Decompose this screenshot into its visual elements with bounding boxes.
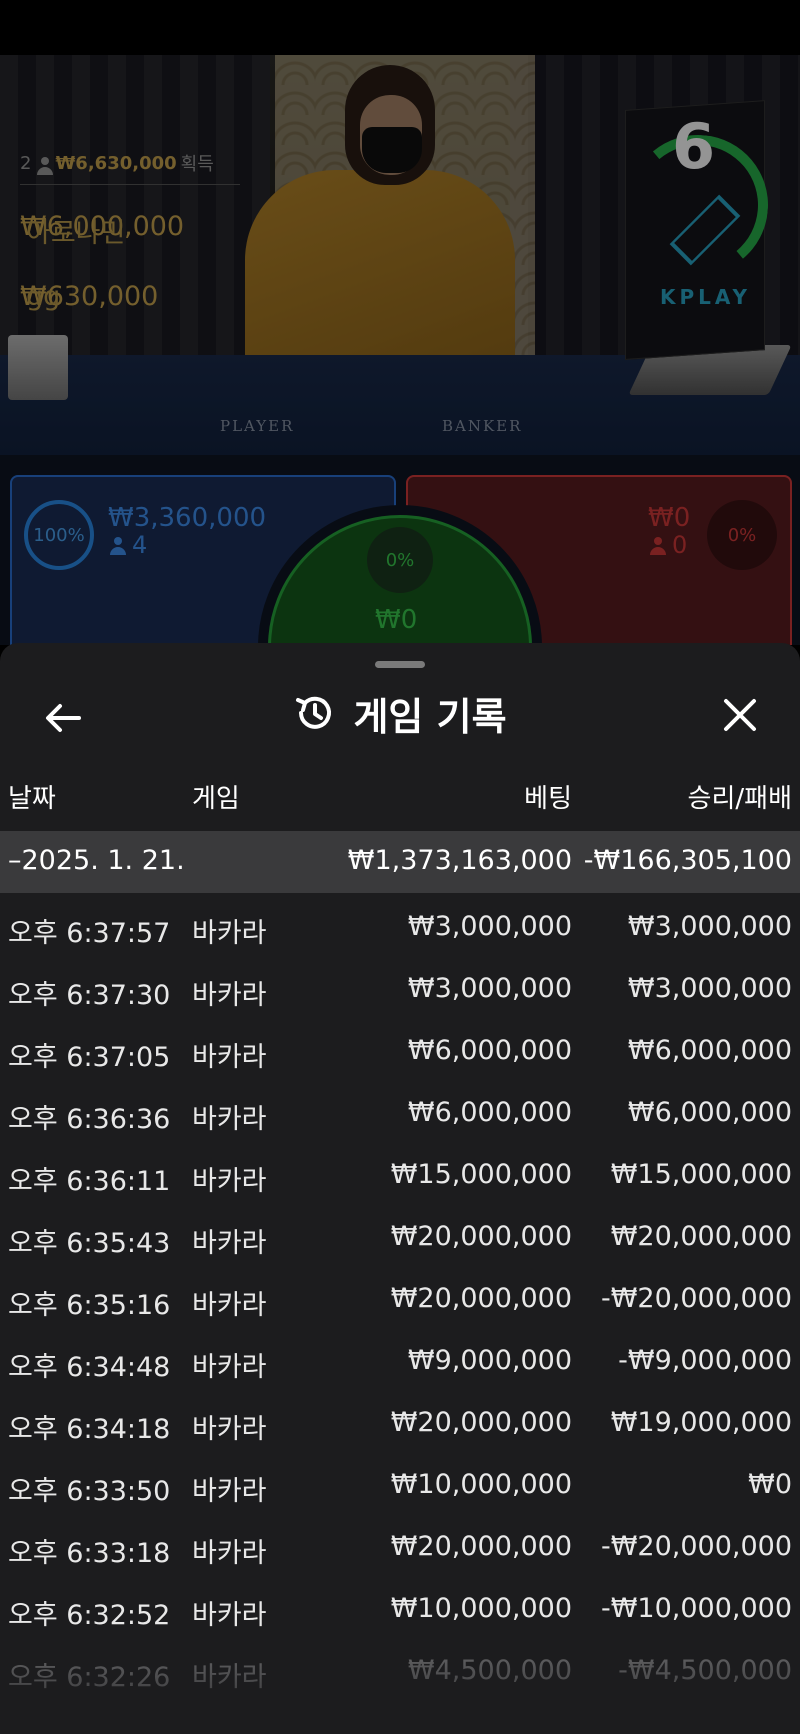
row-bet: ₩20,000,000 [390, 1283, 572, 1314]
row-game: 바카라 [192, 1042, 267, 1073]
column-header-date[interactable]: 날짜 [8, 778, 56, 818]
row-win-loss: ₩6,000,000 [627, 1097, 792, 1128]
history-row[interactable]: 오후 6:32:52 바카라 ₩10,000,000 -₩10,000,000 [0, 1575, 800, 1637]
row-game: 바카라 [192, 1166, 267, 1197]
row-win-loss: -₩20,000,000 [600, 1283, 792, 1314]
summary-bet: ₩1,373,163,000 [347, 845, 572, 876]
drag-handle[interactable] [375, 661, 425, 668]
summary-win-loss: -₩166,305,100 [583, 845, 792, 876]
history-row[interactable]: 오후 6:36:36 바카라 ₩6,000,000 ₩6,000,000 [0, 1079, 800, 1141]
row-game: 바카라 [192, 1600, 267, 1631]
row-win-loss: -₩4,500,000 [618, 1655, 792, 1686]
history-row[interactable]: 오후 6:37:57 바카라 ₩3,000,000 ₩3,000,000 [0, 893, 800, 955]
row-game: 바카라 [192, 1352, 267, 1383]
sheet-title: 게임 기록 [353, 694, 507, 739]
row-bet: ₩6,000,000 [407, 1097, 572, 1128]
row-time: 오후 6:36:36 [8, 1104, 171, 1135]
row-time: 오후 6:37:30 [8, 980, 171, 1011]
history-row[interactable]: 오후 6:33:18 바카라 ₩20,000,000 -₩20,000,000 [0, 1513, 800, 1575]
row-bet: ₩20,000,000 [390, 1407, 572, 1438]
modal-backdrop[interactable] [0, 55, 800, 645]
row-bet: ₩4,500,000 [407, 1655, 572, 1686]
sheet-header: 게임 기록 [0, 683, 800, 743]
close-icon [724, 699, 756, 731]
row-bet: ₩10,000,000 [390, 1469, 572, 1500]
date-summary-row[interactable]: –2025. 1. 21. ₩1,373,163,000 -₩166,305,1… [0, 831, 800, 893]
row-time: 오후 6:37:57 [8, 918, 171, 949]
row-time: 오후 6:32:52 [8, 1600, 171, 1631]
history-row[interactable]: 오후 6:37:30 바카라 ₩3,000,000 ₩3,000,000 [0, 955, 800, 1017]
row-game: 바카라 [192, 1476, 267, 1507]
row-game: 바카라 [192, 1290, 267, 1321]
back-button[interactable] [38, 693, 88, 743]
game-history-sheet: 게임 기록 날짜 게임 베팅 승리/패배 –2025. 1. 21. ₩1,37… [0, 643, 800, 1734]
history-row[interactable]: 오후 6:34:48 바카라 ₩9,000,000 -₩9,000,000 [0, 1327, 800, 1389]
status-bar [0, 0, 800, 55]
row-time: 오후 6:36:11 [8, 1166, 171, 1197]
row-time: 오후 6:35:43 [8, 1228, 171, 1259]
row-bet: ₩3,000,000 [407, 911, 572, 942]
row-game: 바카라 [192, 1538, 267, 1569]
row-win-loss: ₩15,000,000 [610, 1159, 792, 1190]
row-game: 바카라 [192, 1104, 267, 1135]
row-bet: ₩6,000,000 [407, 1035, 572, 1066]
history-row[interactable]: 오후 6:37:05 바카라 ₩6,000,000 ₩6,000,000 [0, 1017, 800, 1079]
row-win-loss: -₩10,000,000 [600, 1593, 792, 1624]
history-row[interactable]: 오후 6:35:43 바카라 ₩20,000,000 ₩20,000,000 [0, 1203, 800, 1265]
history-list: 오후 6:37:57 바카라 ₩3,000,000 ₩3,000,000 오후 6:3… [0, 893, 800, 1699]
close-button[interactable] [715, 690, 765, 740]
row-win-loss: ₩3,000,000 [627, 911, 792, 942]
row-win-loss: ₩19,000,000 [610, 1407, 792, 1438]
row-game: 바카라 [192, 1228, 267, 1259]
column-header-bet[interactable]: 베팅 [524, 778, 572, 818]
row-game: 바카라 [192, 1414, 267, 1445]
row-time: 오후 6:33:18 [8, 1538, 171, 1569]
history-row[interactable]: 오후 6:34:18 바카라 ₩20,000,000 ₩19,000,000 [0, 1389, 800, 1451]
row-win-loss: ₩6,000,000 [627, 1035, 792, 1066]
row-time: 오후 6:35:16 [8, 1290, 171, 1321]
row-time: 오후 6:33:50 [8, 1476, 171, 1507]
row-game: 바카라 [192, 918, 267, 949]
row-bet: ₩10,000,000 [390, 1593, 572, 1624]
row-win-loss: ₩20,000,000 [610, 1221, 792, 1252]
history-row[interactable]: 오후 6:33:50 바카라 ₩10,000,000 ₩0 [0, 1451, 800, 1513]
column-header-game[interactable]: 게임 [192, 778, 240, 818]
row-win-loss: ₩0 [748, 1469, 792, 1500]
row-win-loss: -₩20,000,000 [600, 1531, 792, 1562]
row-time: 오후 6:34:18 [8, 1414, 171, 1445]
history-row[interactable]: 오후 6:32:26 바카라 ₩4,500,000 -₩4,500,000 [0, 1637, 800, 1699]
history-icon [296, 696, 332, 729]
row-bet: ₩20,000,000 [390, 1531, 572, 1562]
row-win-loss: -₩9,000,000 [618, 1345, 792, 1376]
history-row[interactable]: 오후 6:35:16 바카라 ₩20,000,000 -₩20,000,000 [0, 1265, 800, 1327]
row-bet: ₩20,000,000 [390, 1221, 572, 1252]
history-row[interactable]: 오후 6:36:11 바카라 ₩15,000,000 ₩15,000,000 [0, 1141, 800, 1203]
row-win-loss: ₩3,000,000 [627, 973, 792, 1004]
row-time: 오후 6:37:05 [8, 1042, 171, 1073]
column-header-win-loss[interactable]: 승리/패배 [688, 778, 792, 818]
row-game: 바카라 [192, 980, 267, 1011]
summary-date: –2025. 1. 21. [8, 845, 185, 876]
row-game: 바카라 [192, 1662, 267, 1693]
row-bet: ₩3,000,000 [407, 973, 572, 1004]
row-bet: ₩9,000,000 [407, 1345, 572, 1376]
row-time: 오후 6:32:26 [8, 1662, 171, 1693]
row-time: 오후 6:34:48 [8, 1352, 171, 1383]
row-bet: ₩15,000,000 [390, 1159, 572, 1190]
arrow-left-icon [46, 704, 81, 732]
